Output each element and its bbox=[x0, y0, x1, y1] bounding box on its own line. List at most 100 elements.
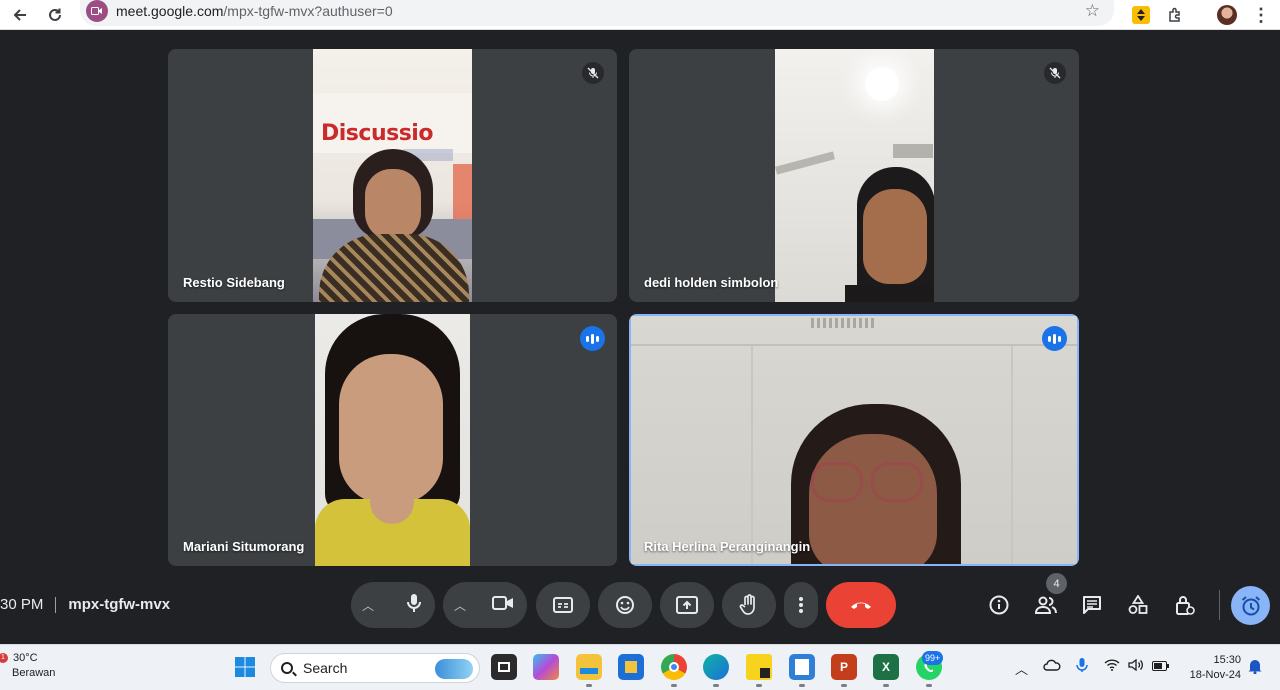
weather-condition: Berawan bbox=[12, 667, 56, 679]
info-icon bbox=[989, 595, 1009, 615]
kebab-menu-icon[interactable]: ⋮ bbox=[1246, 0, 1276, 30]
emoji-reactions-button[interactable] bbox=[598, 582, 652, 628]
people-icon bbox=[1035, 596, 1057, 614]
sticky-notes-icon[interactable] bbox=[746, 654, 772, 680]
weather-widget[interactable]: 1 30°C Berawan bbox=[0, 651, 55, 681]
address-bar[interactable]: meet.google.com/mpx-tgfw-mvx?authuser=0 … bbox=[80, 0, 1114, 26]
mic-muted-icon bbox=[582, 62, 604, 84]
running-indicator bbox=[841, 684, 847, 687]
camera-control-group: ︿ bbox=[443, 582, 527, 628]
divider bbox=[55, 596, 57, 613]
host-lock-icon bbox=[1176, 596, 1195, 615]
profile-avatar[interactable] bbox=[1212, 0, 1242, 30]
running-indicator bbox=[586, 684, 592, 687]
more-options-button[interactable] bbox=[784, 582, 818, 628]
microphone-in-use-icon[interactable] bbox=[1076, 657, 1088, 676]
participant-name: Mariani Situmorang bbox=[183, 539, 305, 554]
participant-tile-4[interactable]: Rita Herlina Peranginangin bbox=[629, 314, 1079, 566]
clock-time: 15:30 bbox=[1213, 654, 1241, 666]
notification-bell-icon[interactable] bbox=[1248, 658, 1262, 677]
windows-taskbar: 1 30°C Berawan Search P X 99+ ︿ 15:30 18… bbox=[0, 644, 1280, 690]
participant-tile-3[interactable]: Mariani Situmorang bbox=[168, 314, 617, 566]
windows-start-icon[interactable] bbox=[232, 654, 258, 680]
url-text: meet.google.com/mpx-tgfw-mvx?authuser=0 bbox=[116, 3, 393, 19]
chrome-icon[interactable] bbox=[661, 654, 687, 680]
extensions-puzzle-icon[interactable] bbox=[1160, 0, 1190, 30]
people-button[interactable] bbox=[1031, 590, 1061, 620]
shapes-icon bbox=[1128, 595, 1148, 614]
speaking-indicator-icon bbox=[1042, 326, 1067, 351]
end-call-icon bbox=[851, 602, 871, 609]
host-controls-button[interactable] bbox=[1170, 590, 1200, 620]
running-indicator bbox=[671, 684, 677, 687]
whatsapp-unread-badge: 99+ bbox=[922, 651, 944, 665]
task-view-icon[interactable] bbox=[491, 654, 517, 680]
search-highlight-art bbox=[435, 659, 473, 679]
raise-hand-button[interactable] bbox=[722, 582, 776, 628]
running-indicator bbox=[883, 684, 889, 687]
participant-video bbox=[315, 314, 470, 566]
notepad-icon[interactable] bbox=[789, 654, 815, 680]
running-indicator bbox=[713, 684, 719, 687]
camera-icon[interactable] bbox=[492, 595, 514, 616]
search-icon bbox=[281, 662, 293, 674]
running-indicator bbox=[926, 684, 932, 687]
extension-icon[interactable] bbox=[1126, 0, 1156, 30]
timer-button[interactable] bbox=[1231, 586, 1270, 625]
present-screen-icon bbox=[676, 596, 698, 614]
participant-video bbox=[775, 49, 934, 302]
running-indicator bbox=[799, 684, 805, 687]
camera-options-chevron-up-icon[interactable]: ︿ bbox=[454, 597, 466, 614]
edge-icon[interactable] bbox=[703, 654, 729, 680]
mic-control-group: ︿ bbox=[351, 582, 435, 628]
leave-call-button[interactable] bbox=[826, 582, 896, 628]
more-options-icon bbox=[799, 597, 803, 613]
powerpoint-icon[interactable]: P bbox=[831, 654, 857, 680]
participant-tile-2[interactable]: dedi holden simbolon bbox=[629, 49, 1079, 302]
captions-button[interactable] bbox=[536, 582, 590, 628]
wifi-icon[interactable] bbox=[1104, 659, 1120, 674]
participant-name: Rita Herlina Peranginangin bbox=[644, 539, 811, 554]
excel-icon[interactable]: X bbox=[873, 654, 899, 680]
back-arrow-icon[interactable] bbox=[5, 0, 35, 30]
meet-site-icon bbox=[86, 0, 108, 22]
alarm-clock-icon bbox=[1241, 595, 1260, 615]
chat-icon bbox=[1083, 596, 1101, 614]
mic-options-chevron-up-icon[interactable]: ︿ bbox=[362, 597, 374, 614]
volume-icon[interactable] bbox=[1128, 658, 1144, 674]
taskbar-search[interactable]: Search bbox=[270, 653, 480, 683]
system-clock[interactable]: 15:30 18-Nov-24 bbox=[1184, 653, 1241, 683]
temperature: 30°C bbox=[13, 652, 38, 664]
meeting-code: mpx-tgfw-mvx bbox=[68, 596, 171, 613]
raise-hand-icon bbox=[739, 594, 755, 615]
captions-icon bbox=[553, 597, 573, 613]
file-explorer-icon[interactable] bbox=[576, 654, 602, 680]
present-screen-button[interactable] bbox=[660, 582, 714, 628]
participant-name: dedi holden simbolon bbox=[644, 275, 779, 290]
bookmark-star-icon[interactable]: ☆ bbox=[1085, 1, 1100, 21]
participant-name: Restio Sidebang bbox=[183, 275, 285, 290]
onedrive-cloud-icon[interactable] bbox=[1043, 659, 1061, 674]
show-hidden-icons-chevron-icon[interactable]: ︿ bbox=[1015, 659, 1028, 678]
meeting-info: 30 PM mpx-tgfw-mvx bbox=[0, 596, 170, 613]
mic-icon[interactable] bbox=[406, 593, 422, 618]
copilot-icon[interactable] bbox=[533, 654, 559, 680]
running-indicator bbox=[756, 684, 762, 687]
emoji-icon bbox=[616, 596, 634, 614]
meeting-details-button[interactable] bbox=[984, 590, 1014, 620]
participant-video bbox=[631, 316, 1077, 564]
participant-video: Discussio bbox=[313, 49, 472, 302]
reload-icon[interactable] bbox=[40, 0, 70, 30]
battery-icon[interactable] bbox=[1152, 659, 1170, 674]
search-label: Search bbox=[303, 660, 348, 676]
participant-tile-1[interactable]: Discussio Restio Sidebang bbox=[168, 49, 617, 302]
banner-text: Discussio bbox=[321, 121, 433, 146]
mic-muted-icon bbox=[1044, 62, 1066, 84]
chat-button[interactable] bbox=[1077, 590, 1107, 620]
meeting-time: 30 PM bbox=[0, 596, 44, 613]
speaking-indicator-icon bbox=[580, 326, 605, 351]
clock-date: 18-Nov-24 bbox=[1189, 669, 1241, 681]
microsoft-store-icon[interactable] bbox=[618, 654, 644, 680]
activities-button[interactable] bbox=[1123, 590, 1153, 620]
browser-toolbar: meet.google.com/mpx-tgfw-mvx?authuser=0 … bbox=[0, 0, 1280, 30]
